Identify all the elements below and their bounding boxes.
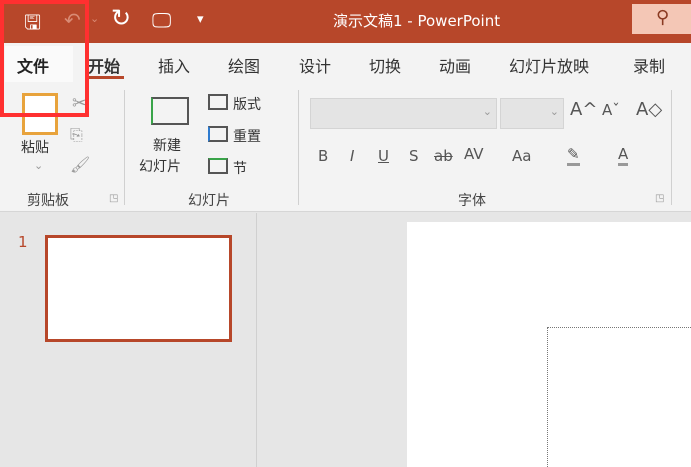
tab-draw[interactable]: 绘图 xyxy=(228,53,260,77)
tab-slideshow[interactable]: 幻灯片放映 xyxy=(509,53,589,77)
title-bar: 🖫 ↶ ⌄ ↻ 🖵 ▾ 演示文稿1 - PowerPoint ⚲ xyxy=(0,0,691,43)
separator xyxy=(124,90,125,205)
section-button[interactable]: 节 xyxy=(233,158,247,178)
italic-button[interactable]: I xyxy=(350,147,354,165)
tab-insert[interactable]: 插入 xyxy=(158,53,190,77)
font-size-select[interactable]: ⌄ xyxy=(500,98,564,129)
format-painter-icon[interactable]: 🖌 xyxy=(70,155,90,174)
paste-button[interactable]: 粘贴 xyxy=(21,137,49,157)
slide-thumbnail[interactable] xyxy=(45,235,232,342)
new-slide-dropdown[interactable]: 幻灯片 xyxy=(139,156,181,176)
paste-dropdown-icon[interactable]: ⌄ xyxy=(34,159,43,172)
redo-icon[interactable]: ↻ xyxy=(111,4,131,32)
underline-button[interactable]: U xyxy=(378,147,389,165)
clipboard-launcher-icon[interactable]: ◳ xyxy=(109,193,118,204)
chevron-down-icon: ⌄ xyxy=(482,105,492,118)
font-color-button[interactable]: A xyxy=(618,145,629,166)
window-title: 演示文稿1 - PowerPoint xyxy=(333,12,501,30)
separator xyxy=(298,90,299,205)
search-button[interactable]: ⚲ xyxy=(632,4,691,34)
layout-icon xyxy=(208,94,228,110)
title-placeholder[interactable] xyxy=(547,327,691,467)
separator xyxy=(671,90,672,205)
reset-icon xyxy=(208,126,228,142)
tab-animations[interactable]: 动画 xyxy=(439,53,471,77)
layout-button[interactable]: 版式 xyxy=(233,94,261,114)
ribbon: 粘贴 ⌄ ✂ ⎘ 🖌 剪贴板 ◳ 新建 幻灯片 版式 重置 节 幻灯片 ⌄ ⌄ … xyxy=(0,85,691,212)
chevron-down-icon: ⌄ xyxy=(549,105,559,118)
new-slide-button[interactable]: 新建 xyxy=(153,135,181,155)
change-case-button[interactable]: Aa xyxy=(512,147,531,165)
tab-transitions[interactable]: 切换 xyxy=(369,53,401,77)
active-tab-indicator xyxy=(86,76,124,79)
shrink-font-button[interactable]: Aˇ xyxy=(602,101,620,119)
section-icon xyxy=(208,158,228,174)
clear-formatting-button[interactable]: A◇ xyxy=(636,99,662,120)
copy-icon[interactable]: ⎘ xyxy=(70,125,83,145)
font-name-select[interactable]: ⌄ xyxy=(310,98,497,129)
new-slide-icon[interactable] xyxy=(151,97,189,125)
font-launcher-icon[interactable]: ◳ xyxy=(655,193,664,204)
bold-button[interactable]: B xyxy=(318,147,328,165)
slide-number: 1 xyxy=(18,233,28,251)
tab-record[interactable]: 录制 xyxy=(633,53,665,77)
search-icon: ⚲ xyxy=(656,7,670,28)
customize-toolbar-icon[interactable]: ▾ xyxy=(197,12,204,27)
strikethrough-button[interactable]: ab xyxy=(434,147,453,165)
tab-home[interactable]: 开始 xyxy=(88,53,120,77)
character-spacing-button[interactable]: AV xyxy=(464,145,484,163)
present-icon[interactable]: 🖵 xyxy=(152,8,171,32)
tab-design[interactable]: 设计 xyxy=(299,53,331,77)
grow-font-button[interactable]: A^ xyxy=(570,99,597,120)
font-group-label: 字体 xyxy=(458,193,486,209)
highlight-color-button[interactable]: ✎ xyxy=(567,145,580,166)
shadow-button[interactable]: S xyxy=(409,147,419,165)
reset-button[interactable]: 重置 xyxy=(233,126,261,146)
undo-dropdown-icon[interactable]: ⌄ xyxy=(90,12,99,25)
slides-group-label: 幻灯片 xyxy=(188,193,230,209)
highlight-annotation-box xyxy=(0,0,89,117)
clipboard-group-label: 剪贴板 xyxy=(27,193,69,209)
